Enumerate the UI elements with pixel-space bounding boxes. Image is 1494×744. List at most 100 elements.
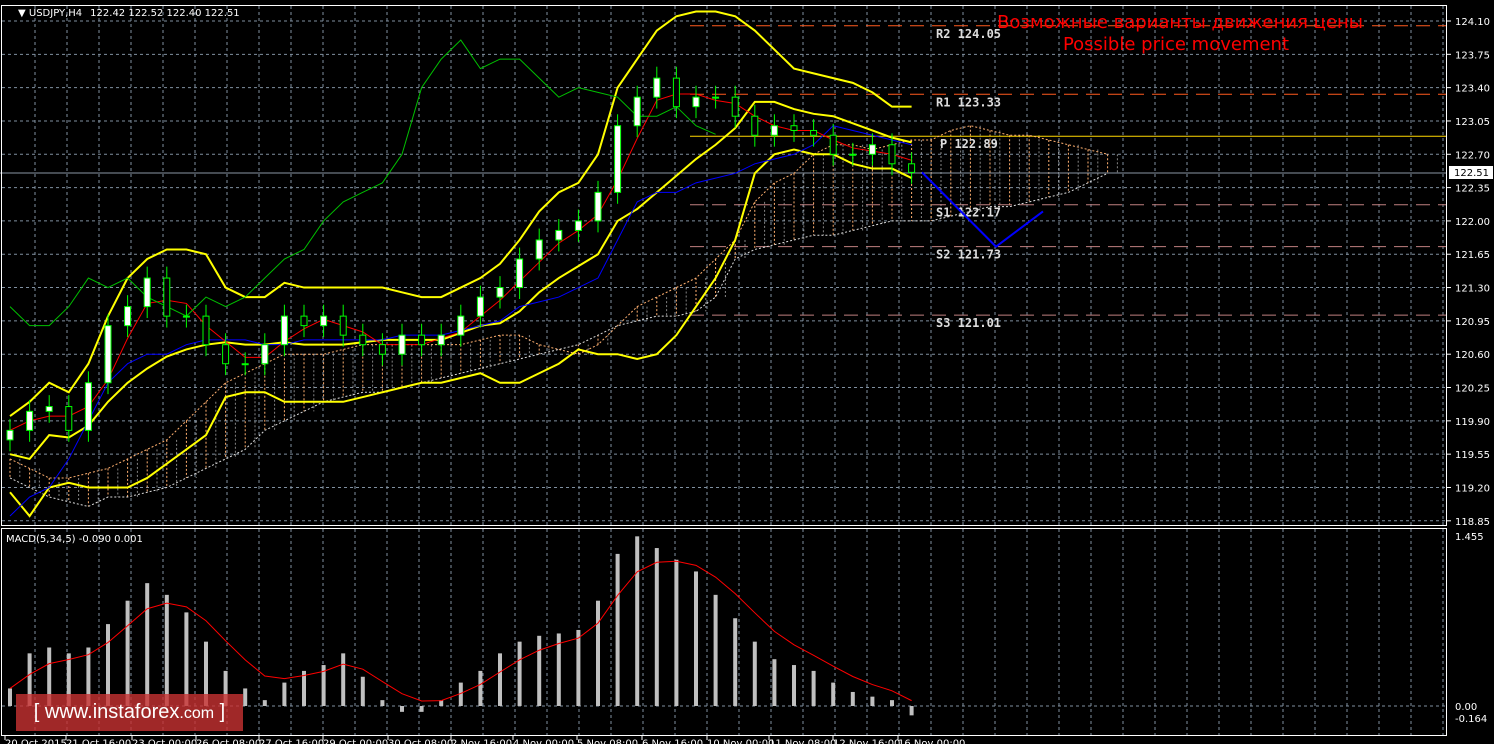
macd-bar <box>419 706 424 712</box>
candle-body <box>692 96 700 108</box>
macd-bar <box>125 600 130 706</box>
symbol-title: ▼ USDJPY,H4 122.42 122.52 122.40 122.51 <box>18 8 240 19</box>
price-chart[interactable]: R2 124.05R1 123.33P 122.89S1 122.17S2 12… <box>0 0 1494 744</box>
candle-body <box>143 277 151 308</box>
macd-bar <box>870 696 875 706</box>
price-tick-label: 124.10 <box>1455 17 1490 28</box>
time-label: 6 Nov 16:00 <box>642 738 703 744</box>
price-tick-label: 123.75 <box>1455 50 1490 61</box>
candle-body <box>790 125 798 131</box>
price-tick-label: 123.40 <box>1455 84 1490 95</box>
price-tick-label: 121.30 <box>1455 284 1490 295</box>
candle-body <box>888 144 896 165</box>
time-label: 12 Nov 16:00 <box>833 738 900 744</box>
candle-body <box>398 334 406 355</box>
macd-bar <box>674 559 679 706</box>
macd-tick-label: 1.455 <box>1455 532 1484 543</box>
macd-bar <box>282 682 287 706</box>
axes: 124.10 123.75 123.40 123.05 122.70 122.35 122.… <box>1 5 1490 744</box>
price-tick-label: 120.25 <box>1455 384 1490 395</box>
price-tick-label: 122.00 <box>1455 217 1490 228</box>
chikou-span <box>9 39 716 327</box>
price-tick-label: 123.05 <box>1455 117 1490 128</box>
time-label: 26 Oct 08:00 <box>196 738 261 744</box>
macd-bar <box>615 553 620 706</box>
main-frame <box>1 5 1447 526</box>
candle-body <box>476 296 484 317</box>
time-label: 21 Oct 16:00 <box>66 738 131 744</box>
grid <box>2 6 1447 735</box>
candle-body <box>163 277 171 317</box>
symbol-label: USDJPY,H4 <box>29 8 82 19</box>
macd-bar <box>576 629 581 706</box>
price-tick-label: 120.95 <box>1455 317 1490 328</box>
macd-bar <box>400 706 404 712</box>
pivot-label-r2: R2 124.05 <box>936 27 1001 41</box>
macd-bar <box>596 600 600 706</box>
time-label: 23 Oct 00:00 <box>132 738 197 744</box>
macd-tick-label: 0.00 <box>1455 702 1477 713</box>
time-label: 5 Nov 08:00 <box>577 738 638 744</box>
candle-body <box>868 144 876 155</box>
candle-body <box>535 239 543 260</box>
macd-bar <box>772 659 777 706</box>
current-price-label: 122.51 <box>1454 168 1489 179</box>
time-label: 16 Nov 00:00 <box>898 738 965 744</box>
candle-body <box>378 344 386 355</box>
indicator-lines <box>9 10 1108 518</box>
candle-body <box>6 429 14 441</box>
candle-body <box>633 96 641 127</box>
candle-body <box>770 125 778 136</box>
macd-bar <box>733 618 738 706</box>
time-label: 10 Nov 00:00 <box>707 738 774 744</box>
candle-body <box>65 406 73 431</box>
candle-body <box>731 96 739 117</box>
time-label: 2 Nov 16:00 <box>451 738 512 744</box>
time-label: 29 Oct 00:00 <box>323 738 388 744</box>
macd-bar <box>713 594 718 706</box>
macd-bar <box>360 676 365 706</box>
macd-bar <box>341 653 346 706</box>
candle-body <box>555 229 563 241</box>
candle-body <box>202 315 210 346</box>
macd-bar <box>262 700 267 706</box>
candle-body <box>418 334 426 346</box>
macd-bar <box>811 670 816 706</box>
candle-body <box>222 344 230 365</box>
time-label: 11 Nov 08:00 <box>769 738 836 744</box>
price-tick-label: 122.70 <box>1455 150 1490 161</box>
time-label: 30 Oct 08:00 <box>388 738 453 744</box>
macd-bar <box>243 688 248 706</box>
time-label: 27 Oct 16:00 <box>259 738 324 744</box>
macd-bar <box>752 641 757 706</box>
time-label: 4 Nov 00:00 <box>513 738 574 744</box>
candle-body <box>300 315 308 327</box>
price-tick-label: 118.85 <box>1455 517 1490 528</box>
annotation-ru: Возможные варианты движения цены <box>997 12 1363 33</box>
price-tick-label: 119.55 <box>1455 450 1490 461</box>
instaforex-watermark: [ www.instaforex.com ] <box>16 694 243 731</box>
macd-panel <box>2 536 1447 716</box>
price-tick-label: 120.60 <box>1455 350 1490 361</box>
macd-bar <box>890 700 894 706</box>
candle-body <box>810 129 818 136</box>
macd-bar <box>164 594 169 706</box>
macd-bar <box>831 682 836 706</box>
candle-body <box>84 382 92 431</box>
candle-body <box>437 334 445 346</box>
macd-bar <box>184 612 189 706</box>
pivot-label-s3: S3 121.01 <box>936 316 1001 330</box>
macd-bar <box>654 548 659 706</box>
candle-body <box>320 315 328 327</box>
dropdown-icon[interactable]: ▼ <box>18 8 29 19</box>
candle-body <box>261 344 269 365</box>
macd-bar <box>145 583 150 706</box>
candle-body <box>339 315 347 336</box>
candle-body <box>516 258 524 289</box>
price-tick-label: 119.20 <box>1455 483 1490 494</box>
candle-body <box>653 77 661 98</box>
macd-bar <box>909 706 914 716</box>
macd-bar <box>8 688 12 706</box>
pivot-label-r1: R1 123.33 <box>936 95 1001 109</box>
price-tick-label: 122.35 <box>1455 184 1490 195</box>
